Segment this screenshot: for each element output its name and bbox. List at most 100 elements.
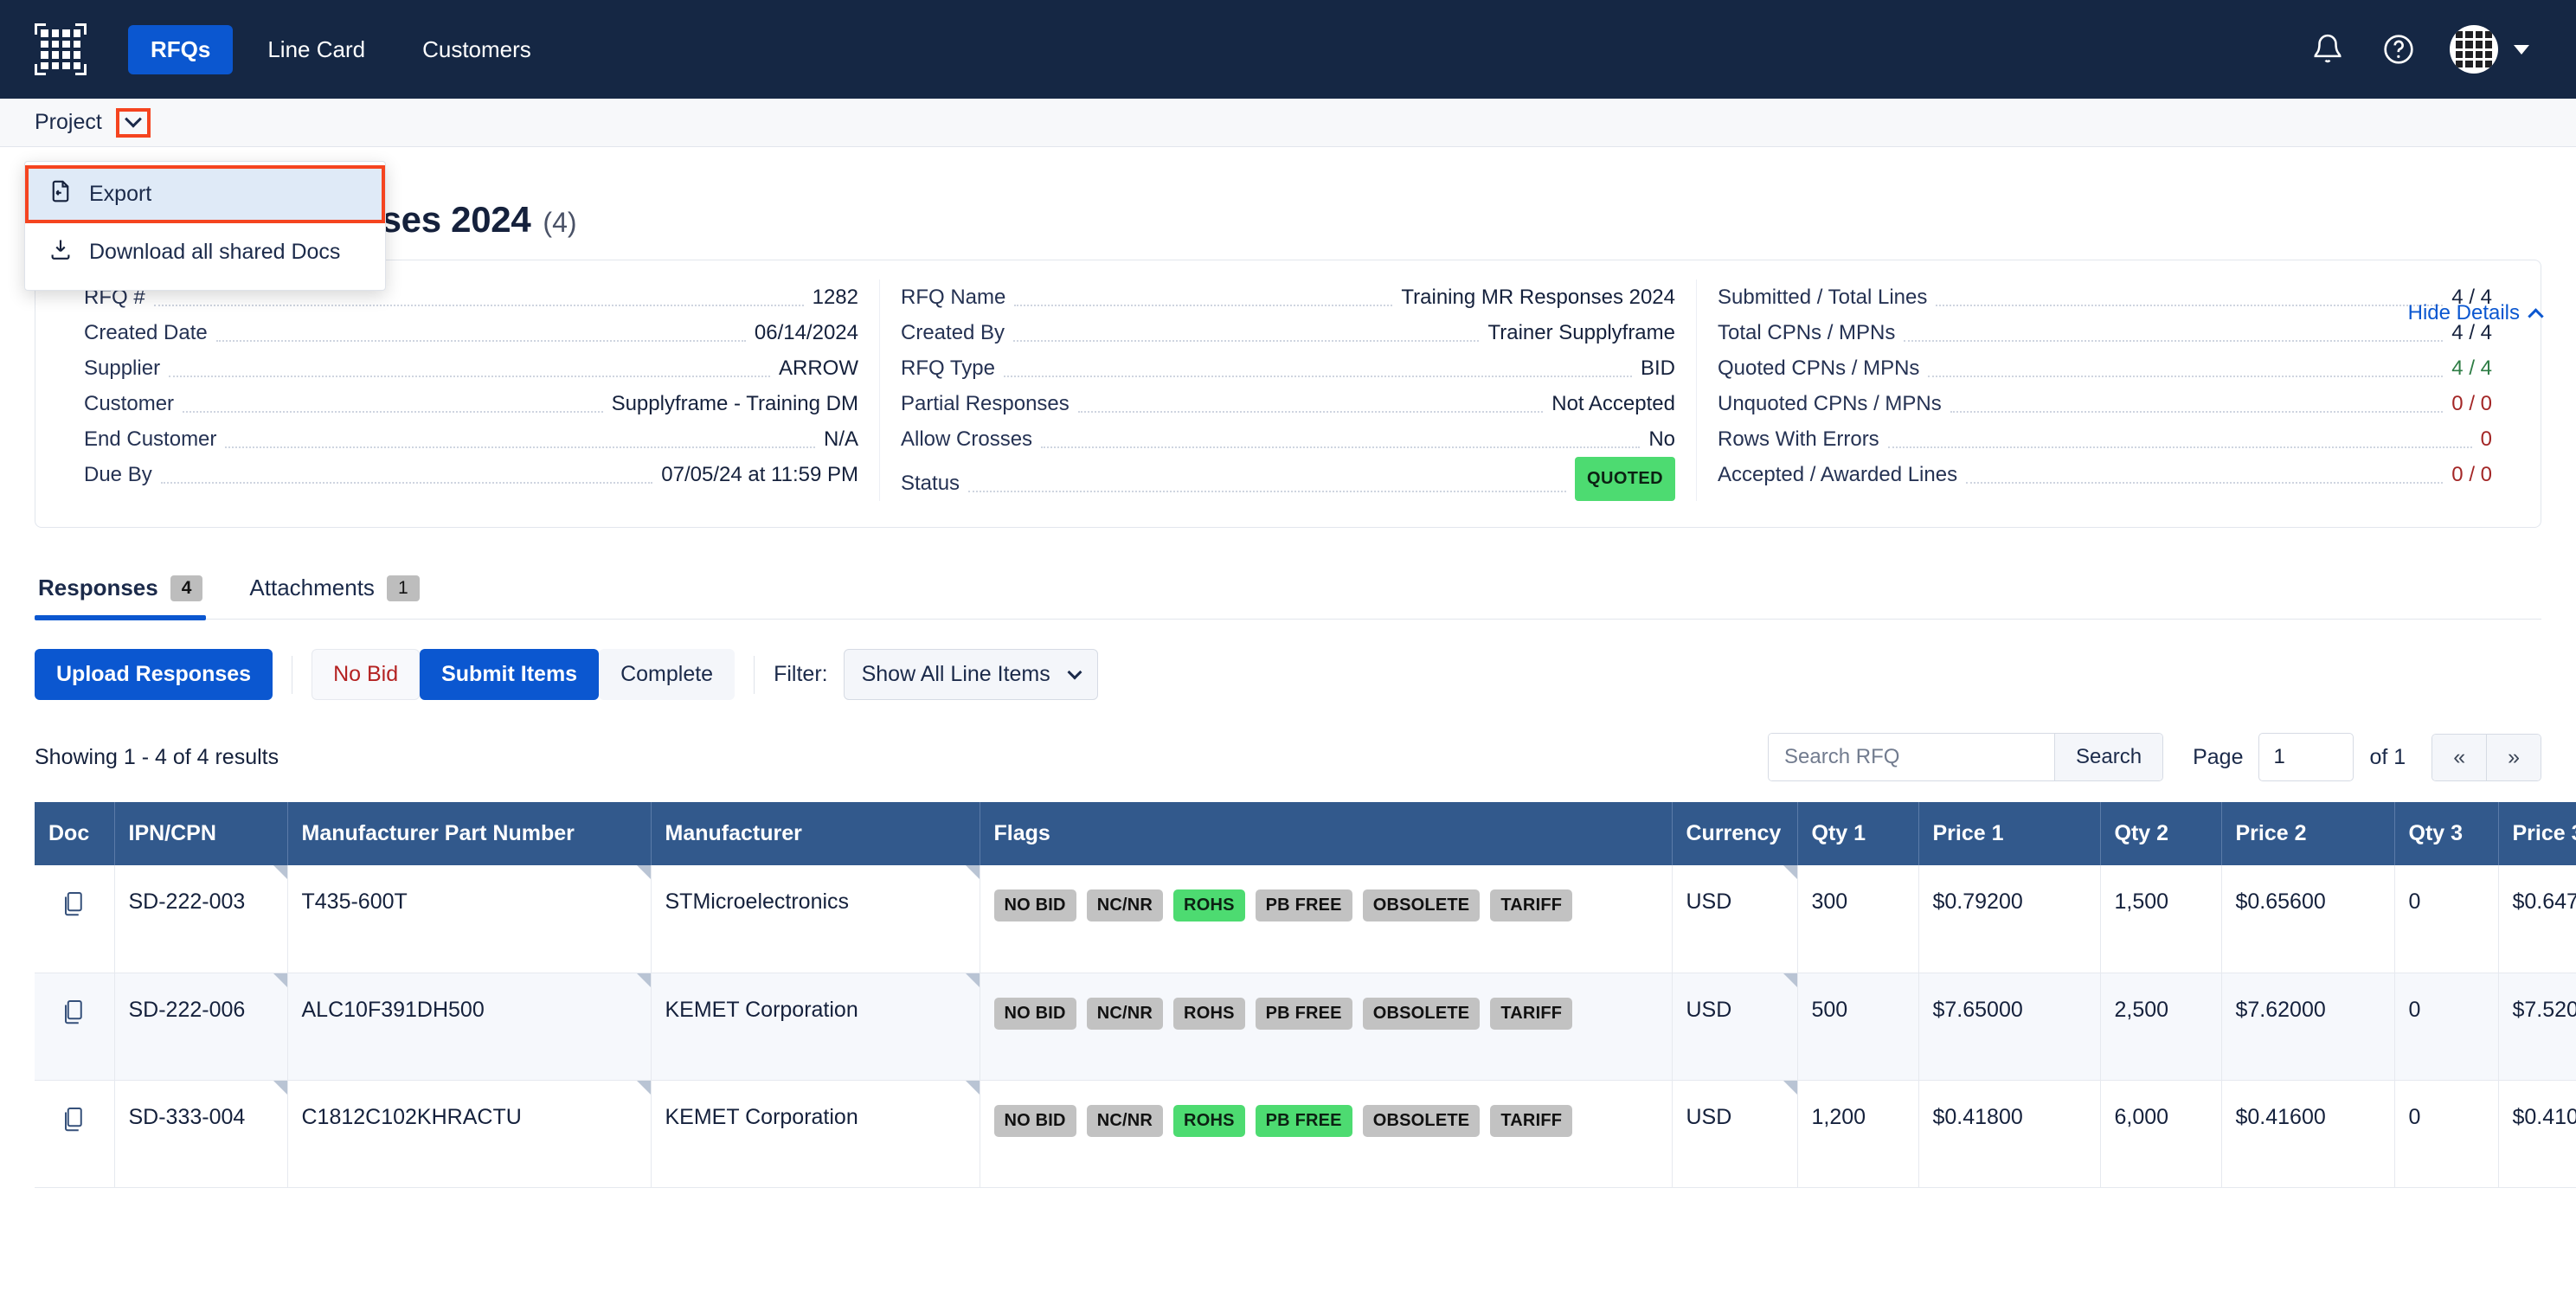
cell-qty-1[interactable]: 500 xyxy=(1797,973,1919,1081)
cell-price-3[interactable]: $7.52094 xyxy=(2498,973,2576,1081)
project-label: Project xyxy=(35,110,102,134)
column-header-currency[interactable]: Currency xyxy=(1672,802,1798,865)
nav-item-rfqs[interactable]: RFQs xyxy=(128,24,234,74)
table-row[interactable]: SD-333-004 C1812C102KHRACTU KEMET Corpor… xyxy=(35,1080,2576,1188)
previous-page-button[interactable]: « xyxy=(2432,734,2487,780)
nav-item-line-card[interactable]: Line Card xyxy=(245,25,388,74)
detail-value: 06/14/2024 xyxy=(754,321,858,344)
flag-pb-free[interactable]: PB FREE xyxy=(1255,1104,1352,1137)
notifications-bell-icon[interactable] xyxy=(2308,29,2348,69)
cell-price-2[interactable]: $0.41600 xyxy=(2221,1080,2395,1188)
cell-price-3[interactable]: $0.64747 xyxy=(2498,865,2576,973)
flag-nc-nr[interactable]: NC/NR xyxy=(1086,1104,1164,1137)
cell-qty-1[interactable]: 300 xyxy=(1797,865,1919,973)
cell-currency[interactable]: USD xyxy=(1672,1080,1798,1188)
copy-document-icon[interactable] xyxy=(61,999,87,1032)
cell-ipn-cpn[interactable]: SD-222-003 xyxy=(114,865,288,973)
filter-select[interactable]: Show All Line Items xyxy=(843,649,1098,700)
hide-details-toggle[interactable]: Hide Details xyxy=(2408,301,2544,325)
flag-obsolete[interactable]: OBSOLETE xyxy=(1362,1104,1481,1137)
complete-button[interactable]: Complete xyxy=(599,649,736,700)
flag-pb-free[interactable]: PB FREE xyxy=(1255,997,1352,1030)
table-row[interactable]: SD-222-006 ALC10F391DH500 KEMET Corporat… xyxy=(35,973,2576,1081)
cell-price-2[interactable]: $7.62000 xyxy=(2221,973,2395,1081)
cell-manufacturer[interactable]: STMicroelectronics xyxy=(651,865,980,973)
flag-nc-nr[interactable]: NC/NR xyxy=(1086,997,1164,1030)
cell-qty-2[interactable]: 2,500 xyxy=(2100,973,2222,1081)
app-logo-icon[interactable] xyxy=(35,23,87,75)
cell-price-3[interactable]: $0.41059 xyxy=(2498,1080,2576,1188)
cell-qty-3[interactable]: 0 xyxy=(2394,865,2499,973)
menu-item-download-all-shared-docs[interactable]: Download all shared Docs xyxy=(25,223,385,281)
copy-document-icon[interactable] xyxy=(61,1107,87,1140)
column-header-qty-2[interactable]: Qty 2 xyxy=(2100,802,2222,865)
flag-no-bid[interactable]: NO BID xyxy=(993,997,1076,1030)
tab-responses[interactable]: Responses 4 xyxy=(35,566,207,620)
column-header-qty-1[interactable]: Qty 1 xyxy=(1797,802,1919,865)
cell-qty-1[interactable]: 1,200 xyxy=(1797,1080,1919,1188)
cell-qty-3[interactable]: 0 xyxy=(2394,1080,2499,1188)
flag-no-bid[interactable]: NO BID xyxy=(993,889,1076,921)
column-header-doc[interactable]: Doc xyxy=(35,802,115,865)
cell-price-1[interactable]: $0.79200 xyxy=(1918,865,2101,973)
nav-item-customers[interactable]: Customers xyxy=(400,25,554,74)
flag-no-bid[interactable]: NO BID xyxy=(993,1104,1076,1137)
cell-qty-2[interactable]: 6,000 xyxy=(2100,1080,2222,1188)
help-question-icon[interactable] xyxy=(2379,29,2419,69)
cell-currency[interactable]: USD xyxy=(1672,973,1798,1081)
upload-responses-button[interactable]: Upload Responses xyxy=(35,649,273,700)
cell-manufacturer[interactable]: KEMET Corporation xyxy=(651,1080,980,1188)
page-number-input[interactable] xyxy=(2258,733,2354,781)
detail-end-customer: End Customer N/A xyxy=(84,421,858,457)
cell-ipn-cpn[interactable]: SD-222-006 xyxy=(114,973,288,1081)
cell-qty-3[interactable]: 0 xyxy=(2394,973,2499,1081)
flag-tariff[interactable]: TARIFF xyxy=(1490,997,1573,1030)
flag-obsolete[interactable]: OBSOLETE xyxy=(1362,997,1481,1030)
flag-obsolete[interactable]: OBSOLETE xyxy=(1362,889,1481,921)
cell-mpn[interactable]: ALC10F391DH500 xyxy=(287,973,652,1081)
column-header-price-3[interactable]: Price 3 xyxy=(2498,802,2576,865)
cell-qty-2[interactable]: 1,500 xyxy=(2100,865,2222,973)
cell-currency[interactable]: USD xyxy=(1672,865,1798,973)
cell-doc[interactable] xyxy=(35,865,115,973)
flag-pb-free[interactable]: PB FREE xyxy=(1255,889,1352,921)
user-avatar[interactable] xyxy=(2450,25,2498,74)
project-dropdown-toggle[interactable] xyxy=(115,107,151,138)
cell-price-1[interactable]: $0.41800 xyxy=(1918,1080,2101,1188)
cell-doc[interactable] xyxy=(35,973,115,1081)
flag-rohs[interactable]: ROHS xyxy=(1173,997,1245,1030)
column-header-manufacturer-part-number[interactable]: Manufacturer Part Number xyxy=(287,802,652,865)
flag-tariff[interactable]: TARIFF xyxy=(1490,1104,1573,1137)
next-page-button[interactable]: » xyxy=(2486,734,2541,780)
search-input[interactable] xyxy=(1769,734,2055,780)
flag-tariff[interactable]: TARIFF xyxy=(1490,889,1573,921)
detail-dots xyxy=(1928,376,2444,377)
table-row[interactable]: SD-222-003 T435-600T STMicroelectronics … xyxy=(35,865,2576,973)
column-header-price-2[interactable]: Price 2 xyxy=(2221,802,2395,865)
cell-doc[interactable] xyxy=(35,1080,115,1188)
search-button[interactable]: Search xyxy=(2054,734,2163,780)
top-navigation-bar: RFQs Line Card Customers xyxy=(0,0,2576,99)
menu-item-export[interactable]: Export xyxy=(25,165,385,223)
detail-label: Customer xyxy=(84,392,175,415)
cell-manufacturer[interactable]: KEMET Corporation xyxy=(651,973,980,1081)
submit-items-button[interactable]: Submit Items xyxy=(420,649,600,700)
column-header-qty-3[interactable]: Qty 3 xyxy=(2394,802,2499,865)
cell-price-2[interactable]: $0.65600 xyxy=(2221,865,2395,973)
column-header-manufacturer[interactable]: Manufacturer xyxy=(651,802,980,865)
column-header-price-1[interactable]: Price 1 xyxy=(1918,802,2101,865)
user-menu-chevron-down-icon[interactable] xyxy=(2514,44,2529,55)
cell-mpn[interactable]: T435-600T xyxy=(287,865,652,973)
column-header-flags[interactable]: Flags xyxy=(980,802,1673,865)
column-header-ipn-cpn[interactable]: IPN/CPN xyxy=(114,802,288,865)
cell-ipn-cpn[interactable]: SD-333-004 xyxy=(114,1080,288,1188)
results-bar: Showing 1 - 4 of 4 results Search Page o… xyxy=(35,733,2541,781)
flag-rohs[interactable]: ROHS xyxy=(1173,889,1245,921)
copy-document-icon[interactable] xyxy=(61,891,87,924)
no-bid-button[interactable]: No Bid xyxy=(312,649,421,700)
flag-rohs[interactable]: ROHS xyxy=(1173,1104,1245,1137)
flag-nc-nr[interactable]: NC/NR xyxy=(1086,889,1164,921)
tab-attachments[interactable]: Attachments 1 xyxy=(246,566,422,619)
cell-price-1[interactable]: $7.65000 xyxy=(1918,973,2101,1081)
cell-mpn[interactable]: C1812C102KHRACTU xyxy=(287,1080,652,1188)
